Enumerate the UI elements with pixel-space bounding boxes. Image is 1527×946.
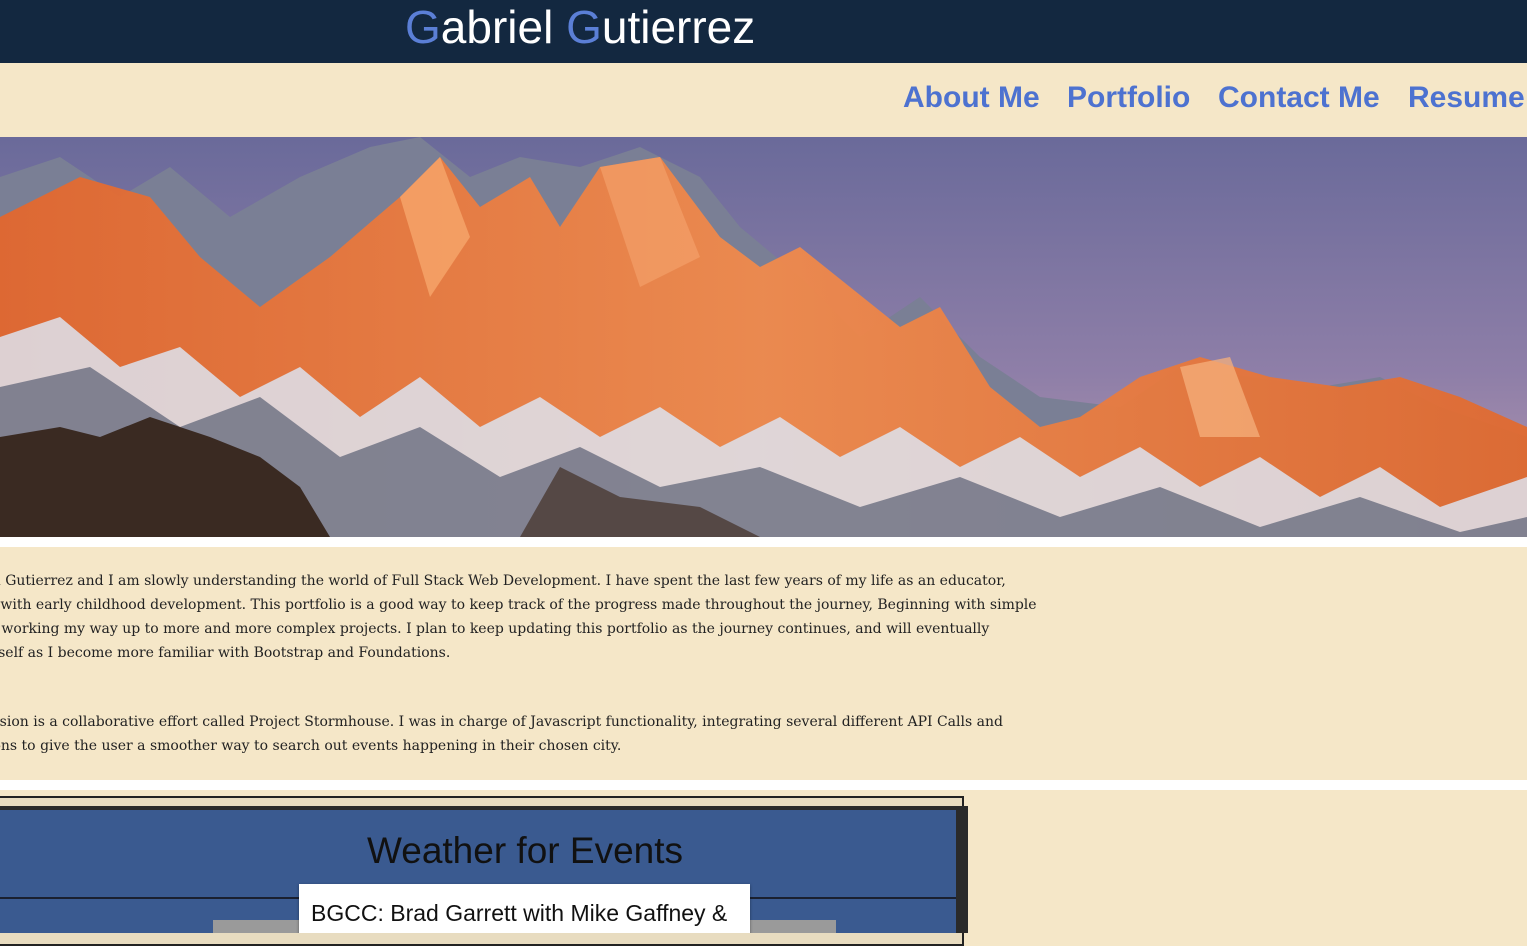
nav-link-contact-me[interactable]: Contact Me — [1218, 81, 1380, 115]
title-initial: G — [405, 1, 441, 53]
popup-text: BGCC: Brad Garrett with Mike Gaffney & — [311, 900, 728, 926]
about-text-line: itself as I become more familiar with Bo… — [0, 645, 451, 661]
about-text-line: el Gutierrez and I am slowly understandi… — [0, 573, 1006, 589]
about-text-line: d working my way up to more and more com… — [0, 621, 990, 637]
hero-mountain-image — [0, 137, 1527, 537]
about-section: el Gutierrez and I am slowly understandi… — [0, 547, 1527, 780]
header-bar: Gabriel Gutierrez — [0, 0, 1527, 63]
title-initial: G — [566, 1, 602, 53]
project-heading: Weather for Events — [366, 830, 684, 871]
title-text: abriel — [440, 1, 567, 53]
about-text-line: y with early childhood development. This… — [0, 597, 1037, 613]
nav-link-portfolio[interactable]: Portfolio — [1067, 81, 1190, 115]
title-text: utierrez — [601, 1, 756, 53]
nav-link-about-me[interactable]: About Me — [903, 81, 1040, 115]
separator — [0, 537, 1527, 547]
project-popup: BGCC: Brad Garrett with Mike Gaffney & — [299, 884, 750, 933]
nav-bar: About Me Portfolio Contact Me Resume — [0, 63, 1527, 137]
nav-link-resume[interactable]: Resume — [1408, 81, 1525, 115]
separator — [0, 780, 1527, 790]
about-text-line: ions to give the user a smoother way to … — [0, 738, 622, 754]
site-title: Gabriel Gutierrez — [405, 0, 755, 56]
about-text-line: ission is a collaborative effort called … — [0, 714, 1003, 730]
project-card-weather-for-events[interactable]: Weather for Events BGCC: Brad Garrett wi… — [0, 810, 956, 933]
